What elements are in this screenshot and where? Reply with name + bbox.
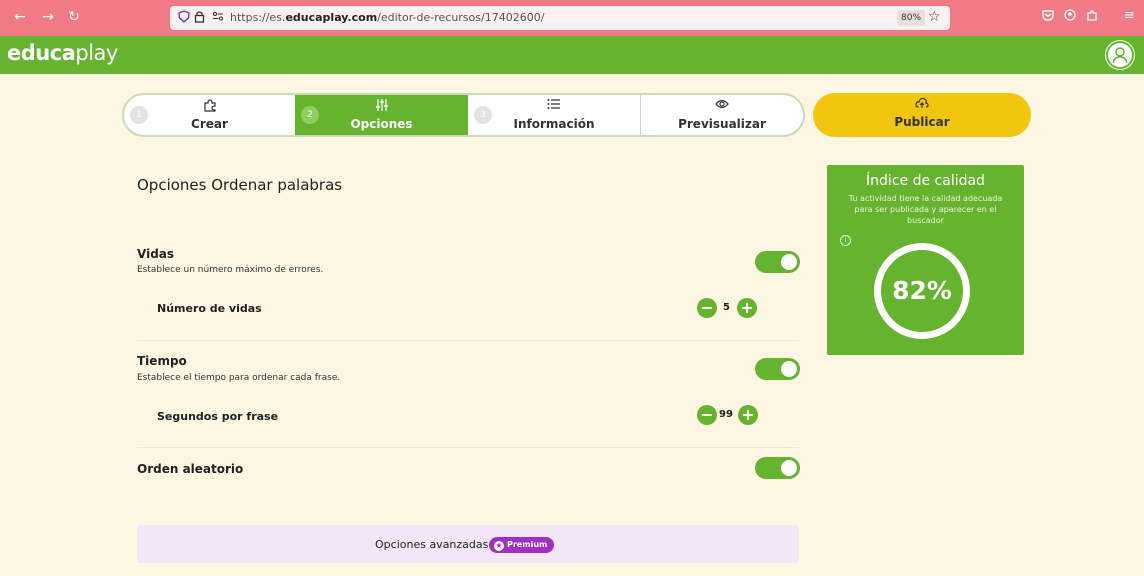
- section-divider: [137, 340, 799, 341]
- extensions-icon[interactable]: [1086, 9, 1098, 24]
- step-label: Previsualizar: [678, 117, 766, 131]
- reload-icon[interactable]: ↻: [66, 9, 82, 25]
- advanced-options-bar[interactable]: Opciones avanzadas ★ Premium: [137, 525, 799, 563]
- url-bar[interactable]: https://es.educaplay.com/editor-de-recur…: [170, 6, 950, 30]
- menu-icon[interactable]: ≡: [1124, 8, 1135, 23]
- lives-increment-button[interactable]: +: [737, 298, 757, 318]
- cloud-upload-icon: [813, 97, 1031, 113]
- url-text: https://es.educaplay.com/editor-de-recur…: [230, 11, 545, 24]
- step-navigation: 1 Crear 2 Opciones 3 Información Previsu…: [122, 93, 805, 137]
- time-toggle[interactable]: [755, 358, 800, 380]
- page-title: Opciones Ordenar palabras: [137, 176, 343, 194]
- forward-icon[interactable]: →: [40, 9, 56, 25]
- user-avatar-icon[interactable]: [1106, 41, 1134, 69]
- seconds-decrement-button[interactable]: −: [697, 405, 717, 425]
- lives-title: Vidas: [137, 247, 175, 261]
- toggle-knob: [781, 361, 797, 377]
- lock-icon[interactable]: [194, 10, 205, 26]
- toggle-knob: [781, 460, 797, 476]
- list-icon: [468, 98, 640, 114]
- pocket-icon[interactable]: [1042, 9, 1054, 24]
- zoom-level[interactable]: 80%: [897, 10, 926, 26]
- lives-value: 5: [723, 302, 730, 313]
- back-icon[interactable]: ←: [12, 9, 28, 25]
- time-description: Establece el tiempo para ordenar cada fr…: [137, 373, 341, 383]
- account-icon[interactable]: [1064, 9, 1076, 24]
- shield-icon[interactable]: [178, 10, 190, 26]
- advanced-options-label: Opciones avanzadas: [375, 538, 489, 551]
- permissions-icon[interactable]: [212, 10, 224, 25]
- premium-label: Premium: [507, 540, 548, 549]
- app-header: educaplay: [0, 36, 1144, 74]
- step-label: Información: [513, 117, 595, 131]
- step-label: Crear: [191, 117, 228, 131]
- sliders-icon: [295, 98, 468, 116]
- random-order-toggle[interactable]: [755, 457, 800, 479]
- section-divider: [137, 447, 799, 448]
- puzzle-icon: [124, 98, 295, 116]
- lives-toggle[interactable]: [755, 251, 800, 273]
- bookmark-star-icon[interactable]: ☆: [928, 9, 941, 25]
- browser-toolbar: ← → ↻ https://es.educaplay.com/editor-de…: [0, 0, 1144, 36]
- step-label: Opciones: [350, 117, 413, 131]
- toggle-knob: [781, 254, 797, 270]
- seconds-increment-button[interactable]: +: [738, 405, 758, 425]
- eye-icon: [641, 98, 803, 114]
- star-icon: ★: [494, 541, 504, 551]
- lives-decrement-button[interactable]: −: [697, 298, 717, 318]
- premium-badge[interactable]: ★ Premium: [489, 537, 555, 553]
- publish-label: Publicar: [894, 115, 950, 129]
- seconds-per-phrase-label: Segundos por frase: [157, 410, 279, 423]
- quality-percentage: 82%: [892, 276, 952, 305]
- publish-button[interactable]: Publicar: [813, 93, 1031, 137]
- quality-description: Tu actividad tiene la calidad adecuada p…: [848, 194, 1003, 225]
- step-opciones[interactable]: 2 Opciones: [295, 95, 468, 135]
- lives-description: Establece un número máximo de errores.: [137, 265, 324, 275]
- time-title: Tiempo: [137, 354, 187, 368]
- quality-ring: 82%: [874, 243, 970, 339]
- random-order-title: Orden aleatorio: [137, 462, 244, 476]
- info-icon[interactable]: i: [840, 235, 851, 246]
- step-previsualizar[interactable]: Previsualizar: [641, 95, 803, 135]
- step-informacion[interactable]: 3 Información: [468, 95, 640, 135]
- lives-count-label: Número de vidas: [157, 302, 262, 315]
- seconds-value: 99: [719, 409, 733, 420]
- educaplay-logo[interactable]: educaplay: [7, 41, 118, 65]
- step-crear[interactable]: 1 Crear: [124, 95, 295, 135]
- quality-index-card: Índice de calidad Tu actividad tiene la …: [827, 165, 1024, 355]
- quality-title: Índice de calidad: [866, 173, 985, 189]
